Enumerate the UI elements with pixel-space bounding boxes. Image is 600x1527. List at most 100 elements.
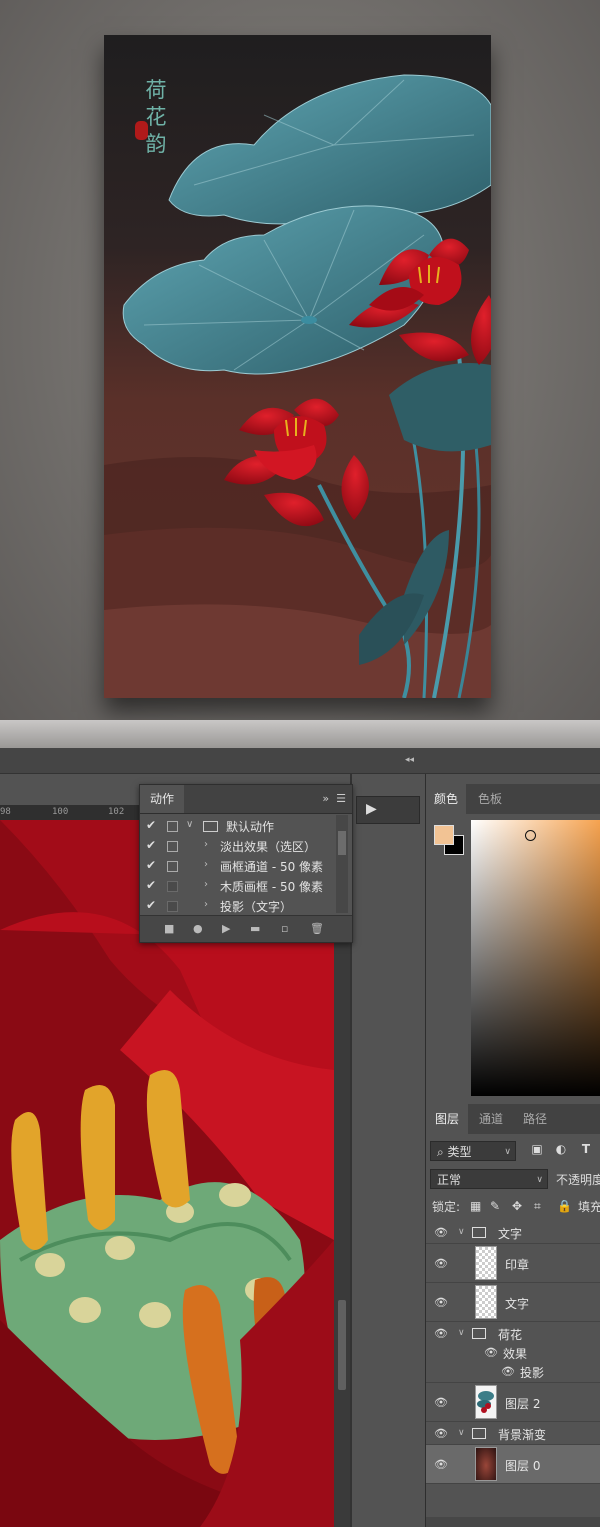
chevron-down-icon[interactable]: ∨ xyxy=(458,1428,465,1438)
type-filter-icon[interactable]: T xyxy=(579,1142,593,1156)
tab-layers[interactable]: 图层 xyxy=(426,1104,468,1134)
layer-thumbnail xyxy=(475,1447,497,1481)
effects-label: 效果 xyxy=(503,1347,528,1361)
folder-icon xyxy=(472,1328,486,1339)
eye-icon[interactable]: 👁 xyxy=(434,1226,448,1239)
folder-icon xyxy=(203,821,218,832)
chevron-right-icon[interactable]: › xyxy=(204,879,208,890)
layer-thumbnail xyxy=(475,1285,497,1319)
lotus-poster: 荷 花 韵 xyxy=(104,35,491,698)
action-label: 木质画框 - 50 像素 xyxy=(220,880,324,894)
eye-icon[interactable]: 👁 xyxy=(434,1427,448,1440)
poster-backdrop: 荷 花 韵 xyxy=(0,0,600,720)
new-set-icon[interactable]: ▬ xyxy=(250,922,260,935)
check-icon[interactable]: ✔ xyxy=(146,878,156,892)
lock-all-icon[interactable]: 🔒 xyxy=(557,1199,572,1213)
layer-name: 荷花 xyxy=(498,1328,523,1342)
poster-title: 荷 花 韵 xyxy=(145,78,167,156)
new-action-icon[interactable]: ▫ xyxy=(281,922,288,935)
action-row-default-set[interactable]: ✔ ∨ 默认动作 xyxy=(140,816,335,836)
foreground-color-swatch[interactable] xyxy=(434,825,454,845)
ruler-tick: 100 xyxy=(52,807,69,817)
eye-icon[interactable]: 👁 xyxy=(434,1458,448,1471)
lock-transparent-icon[interactable]: ▦ xyxy=(470,1199,481,1213)
stop-icon[interactable]: ■ xyxy=(164,922,174,935)
chevron-down-icon[interactable]: ∨ xyxy=(458,1328,465,1338)
delete-icon[interactable]: 🗑 xyxy=(310,922,324,935)
record-icon[interactable]: ● xyxy=(193,922,203,935)
layer-2[interactable]: 👁 图层 2 xyxy=(426,1383,600,1422)
dialog-toggle-icon[interactable] xyxy=(167,861,178,872)
lock-position-icon[interactable]: ✥ xyxy=(512,1199,522,1213)
picker-cursor[interactable] xyxy=(525,830,536,841)
scrollbar-thumb[interactable] xyxy=(338,1300,346,1390)
tab-paths[interactable]: 路径 xyxy=(514,1104,556,1134)
dialog-toggle-icon[interactable] xyxy=(167,901,178,912)
action-row[interactable]: ✔ › 淡出效果（选区） xyxy=(140,836,335,856)
layer-name: 文字 xyxy=(498,1227,523,1241)
eye-icon[interactable]: 👁 xyxy=(434,1257,448,1270)
collapse-panels-icon[interactable]: ◂◂ xyxy=(405,755,414,765)
layers-footer xyxy=(426,1517,600,1527)
actions-scrollbar[interactable] xyxy=(336,815,348,913)
check-icon[interactable]: ✔ xyxy=(146,898,156,912)
adjust-icon[interactable]: ◐ xyxy=(554,1142,568,1156)
panel-expand-icon[interactable]: » ☰ xyxy=(322,792,346,805)
eye-icon[interactable]: 👁 xyxy=(484,1346,498,1359)
action-label: 淡出效果（选区） xyxy=(220,840,317,854)
check-icon[interactable]: ✔ xyxy=(146,838,156,852)
chevron-down-icon[interactable]: ∨ xyxy=(458,1227,465,1237)
eye-icon[interactable]: 👁 xyxy=(434,1296,448,1309)
layer-text[interactable]: 👁 文字 xyxy=(426,1283,600,1322)
action-row[interactable]: ✔ › 投影（文字） xyxy=(140,896,335,916)
eye-icon[interactable]: 👁 xyxy=(434,1396,448,1409)
tab-channels[interactable]: 通道 xyxy=(470,1104,512,1134)
eye-icon[interactable]: 👁 xyxy=(501,1365,515,1378)
opacity-label: 不透明度 xyxy=(556,1173,600,1187)
layer-stamp[interactable]: 👁 印章 xyxy=(426,1244,600,1283)
layer-name: 图层 0 xyxy=(505,1459,541,1473)
blend-mode-select[interactable]: 正常 ∨ xyxy=(430,1169,548,1189)
image-icon[interactable]: ▣ xyxy=(530,1142,544,1156)
layer-0[interactable]: 👁 图层 0 xyxy=(426,1445,600,1484)
layers-tabbar: 图层 通道 路径 xyxy=(426,1104,600,1134)
layer-group-text[interactable]: 👁 ∨ 文字 xyxy=(426,1221,600,1244)
dialog-toggle-icon[interactable] xyxy=(167,881,178,892)
folder-icon xyxy=(472,1428,486,1439)
filter-type-select[interactable]: ⌕ 类型 ∨ xyxy=(430,1141,516,1161)
chevron-right-icon[interactable]: › xyxy=(204,899,208,910)
dialog-toggle-icon[interactable] xyxy=(167,821,178,832)
layer-filter-row: ⌕ 类型 ∨ ▣ ◐ T xyxy=(426,1139,600,1163)
color-tabbar: 颜色 色板 xyxy=(426,784,600,814)
panel-dock-strip: ◂◂ xyxy=(0,748,600,774)
lock-label: 锁定: xyxy=(432,1200,461,1214)
fill-label: 填充 xyxy=(578,1200,600,1214)
scrollbar-thumb[interactable] xyxy=(338,831,346,855)
chevron-down-icon[interactable]: ∨ xyxy=(186,819,193,830)
color-picker-field[interactable] xyxy=(471,820,600,1096)
drop-shadow-label: 投影 xyxy=(520,1366,545,1380)
play-icon: ▶ xyxy=(366,801,377,817)
play-icon[interactable]: ▶ xyxy=(222,922,230,935)
chevron-right-icon[interactable]: › xyxy=(204,859,208,870)
lock-image-icon[interactable]: ✎ xyxy=(490,1199,500,1213)
tab-color[interactable]: 颜色 xyxy=(426,784,466,814)
photoshop-workspace: ◂◂ 98 100 102 动作 » ☰ ✔ ∨ 默认动作 ✔ › 淡出效果（选… xyxy=(0,748,600,1527)
dialog-toggle-icon[interactable] xyxy=(167,841,178,852)
eye-icon[interactable]: 👁 xyxy=(434,1327,448,1340)
action-row[interactable]: ✔ › 木质画框 - 50 像素 xyxy=(140,876,335,896)
tab-swatches[interactable]: 色板 xyxy=(470,784,510,814)
chevron-right-icon[interactable]: › xyxy=(204,839,208,850)
actions-tabbar: 动作 » ☰ xyxy=(140,785,352,814)
horizontal-ruler: 98 100 102 xyxy=(0,805,139,821)
layer-group-lotus[interactable]: 👁 ∨ 荷花 👁 效果 👁 投影 xyxy=(426,1322,600,1383)
check-icon[interactable]: ✔ xyxy=(146,818,156,832)
tab-actions[interactable]: 动作 xyxy=(140,785,184,813)
layer-group-bg-gradient[interactable]: 👁 ∨ 背景渐变 xyxy=(426,1422,600,1445)
action-label: 画框通道 - 50 像素 xyxy=(220,860,324,874)
action-row[interactable]: ✔ › 画框通道 - 50 像素 xyxy=(140,856,335,876)
play-action-button[interactable]: ▶ xyxy=(356,796,420,824)
lock-artboard-icon[interactable]: ⌗ xyxy=(534,1199,541,1214)
action-label: 默认动作 xyxy=(226,820,275,834)
check-icon[interactable]: ✔ xyxy=(146,858,156,872)
